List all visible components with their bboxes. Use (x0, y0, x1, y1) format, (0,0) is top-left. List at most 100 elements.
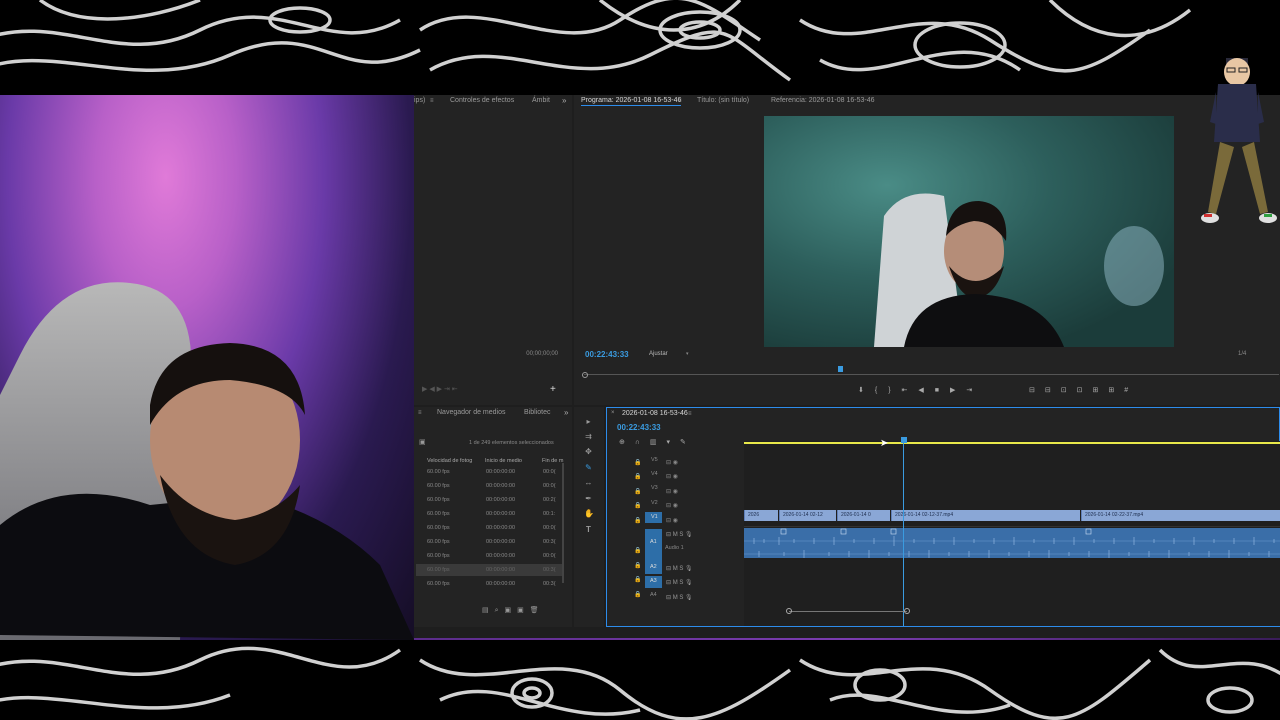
source-transport-icons[interactable]: ▶ ◀ ▶ ⇥ ⇤ (422, 385, 458, 393)
video-clip[interactable]: 2026-01-14 0 (837, 510, 890, 521)
track-label[interactable]: V5 (651, 457, 658, 463)
program-edit-buttons[interactable]: ⊟⊟⊡⊡⊞⊞# (1029, 386, 1138, 394)
project-bottom-toolbar-icons[interactable]: ▤⌕▣▣🗑 (482, 606, 545, 615)
tools-panel: ▸ ⇉ ✥ ✎ ↔ ✒ ✋ T (574, 407, 604, 627)
tab-title[interactable]: Título: (sin título) (697, 97, 749, 104)
premiere-window: ips) ≡ Controles de efectos Ámbit » 00;0… (414, 95, 1280, 640)
more-tabs-icon[interactable]: » (562, 96, 566, 105)
razor-tool-icon[interactable]: ✎ (584, 463, 593, 472)
cell-start: 00:00:00:00 (486, 497, 516, 503)
track-label[interactable]: A4 (650, 592, 657, 598)
audio-lock-icons[interactable]: 🔒 🔒 🔒 🔒 (634, 530, 641, 602)
track-lock-icons[interactable]: 🔒 🔒 🔒 🔒 🔒 (634, 456, 641, 528)
zoom-handle-left[interactable] (786, 608, 792, 614)
ripple-edit-tool-icon[interactable]: ✥ (584, 447, 593, 456)
program-scrubber-track[interactable] (584, 374, 1279, 375)
program-timecode[interactable]: 00:22:43:33 (585, 350, 629, 359)
resolution-fraction[interactable]: 1/4 (1238, 351, 1246, 357)
audio-mute-solo-controls[interactable]: ⊟ M S 🎙 ⊟ M S 🎙 ⊟ M S 🎙 (666, 562, 693, 605)
video-clip[interactable]: 2026-01-14 02-12-37.mp4 (891, 510, 1080, 521)
track-label[interactable]: V3 (651, 485, 658, 491)
program-monitor: Programa: 2026-01-08 16-53-46 ≡ Título: … (574, 95, 1280, 405)
column-header-media-end[interactable]: Fin de m (542, 458, 563, 464)
tab-sequence[interactable]: 2026-01-08 16-53-46 (622, 410, 688, 417)
active-tab-underline (581, 105, 681, 106)
folder-icon: ▣ (419, 439, 426, 446)
panel-menu-icon[interactable]: ≡ (430, 98, 434, 104)
cell-end: 00:3( (543, 539, 556, 545)
timeline-zoom-scrollbar[interactable] (789, 611, 907, 612)
timeline-playhead-handle[interactable] (901, 437, 907, 443)
timeline-toolbar-icons[interactable]: ⊕∩▥▾✎ (619, 438, 696, 446)
source-timecode: 00;00;00;00 (526, 351, 558, 357)
cell-start: 00:00:00:00 (486, 525, 516, 531)
video-clip[interactable]: 2026-01-14 02-12 (779, 510, 836, 521)
video-audio-divider (744, 526, 1280, 527)
cell-end: 00:0( (543, 553, 556, 559)
add-button-icon[interactable]: + (550, 384, 556, 395)
cell-fps: 60.00 fps (427, 567, 450, 573)
track-label[interactable]: V2 (651, 500, 658, 506)
column-header-media-start[interactable]: Inicio de medio (485, 458, 522, 464)
tab-media-browser[interactable]: Navegador de medios (437, 409, 506, 416)
track-label[interactable]: A3 (650, 578, 657, 584)
cell-start: 00:00:00:00 (486, 511, 516, 517)
mute-solo-controls[interactable]: ⊟ M S 🎙 (666, 531, 693, 538)
cell-fps: 60.00 fps (427, 553, 450, 559)
tab-libraries[interactable]: Bibliotec (524, 409, 550, 416)
tab-ambit[interactable]: Ámbit (532, 97, 550, 104)
webcam-feed (0, 95, 414, 640)
timeline-timecode[interactable]: 00:22:43:33 (617, 423, 661, 432)
track-label[interactable]: V4 (651, 471, 658, 477)
cell-start: 00:00:00:00 (486, 581, 516, 587)
audio-clip[interactable] (744, 528, 1280, 558)
panel-menu-icon[interactable]: ≡ (688, 411, 692, 417)
tab-reference[interactable]: Referencia: 2026-01-08 16-53-46 (771, 97, 875, 104)
timeline-panel: × 2026-01-08 16-53-46 ≡ 00:22:43:33 ⊕∩▥▾… (606, 407, 1280, 627)
more-tabs-icon[interactable]: » (564, 408, 568, 417)
cell-end: 00:3( (543, 567, 556, 573)
panel-menu-icon[interactable]: ≡ (418, 410, 422, 416)
tab-program[interactable]: Programa: 2026-01-08 16-53-46 (581, 97, 681, 104)
track-label[interactable]: A1 (650, 539, 657, 545)
track-select-tool-icon[interactable]: ⇉ (584, 432, 593, 441)
close-icon[interactable]: × (611, 410, 615, 416)
program-playhead[interactable] (838, 366, 843, 372)
cell-fps: 60.00 fps (427, 469, 450, 475)
video-person-illustration (874, 193, 1164, 347)
cell-end: 00:2( (543, 497, 556, 503)
column-header-fps[interactable]: Velocidad de fotog (427, 458, 472, 464)
program-video-preview (764, 116, 1174, 347)
cell-start: 00:00:00:00 (486, 483, 516, 489)
mouse-cursor-icon: ➤ (880, 438, 889, 449)
video-clip[interactable]: 2026-01-14 02-22-37.mp4 (1081, 510, 1280, 521)
cell-start: 00:00:00:00 (486, 553, 516, 559)
cell-start: 00:00:00:00 (486, 567, 516, 573)
cell-end: 00:0( (543, 525, 556, 531)
work-area-bar[interactable] (744, 442, 1280, 444)
cell-end: 00:0( (543, 483, 556, 489)
type-tool-icon[interactable]: T (584, 525, 593, 534)
video-clip[interactable]: 2026 (744, 510, 778, 521)
slip-tool-icon[interactable]: ↔ (584, 478, 593, 487)
scrubber-start-handle[interactable] (582, 372, 588, 378)
zoom-handle-right[interactable] (904, 608, 910, 614)
tab-source[interactable]: ips) (414, 97, 425, 104)
cell-fps: 60.00 fps (427, 525, 450, 531)
track-output-icons[interactable]: ⊟ ◉ ⊟ ◉ ⊟ ◉ ⊟ ◉ ⊟ ◉ (666, 456, 678, 528)
cell-fps: 60.00 fps (427, 511, 450, 517)
panel-menu-icon[interactable]: ≡ (678, 98, 682, 104)
selection-tool-icon[interactable]: ▸ (584, 417, 593, 426)
program-transport-controls[interactable]: ⬇{}⇤◀■▶⇥ (858, 386, 983, 394)
hand-tool-icon[interactable]: ✋ (584, 509, 594, 518)
chevron-down-icon[interactable]: ▾ (686, 351, 689, 357)
project-scrollbar[interactable] (562, 463, 564, 583)
window-bottom-accent (414, 638, 1280, 640)
tab-effect-controls[interactable]: Controles de efectos (450, 97, 514, 104)
pen-tool-icon[interactable]: ✒ (584, 494, 593, 503)
cell-fps: 60.00 fps (427, 539, 450, 545)
track-label[interactable]: A2 (650, 564, 657, 570)
track-label[interactable]: V1 (651, 514, 658, 520)
a1-target-highlight[interactable] (645, 529, 662, 564)
fit-dropdown[interactable]: Ajustar (649, 351, 668, 357)
